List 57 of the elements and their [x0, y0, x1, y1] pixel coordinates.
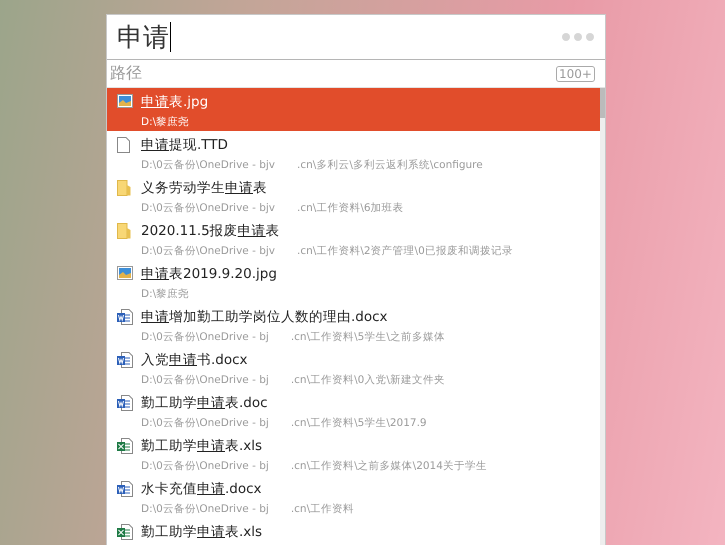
- file-name: 申请增加勤工助学岗位人数的理由.docx: [141, 308, 389, 326]
- file-name: 2020.11.5报废申请表: [141, 222, 281, 240]
- file-path: .cn\多利云\多利云返利系统\configure: [297, 158, 483, 172]
- word-document-icon: [117, 309, 133, 325]
- result-item[interactable]: 申请表2019.9.20.jpg D:\黎庶尧: [107, 260, 600, 303]
- result-item[interactable]: 申请表.jpg D:\黎庶尧: [107, 88, 600, 131]
- file-path: D:\0云备份\OneDrive - bj: [141, 373, 269, 387]
- result-item[interactable]: 水卡充值申请.docx D:\0云备份\OneDrive - bj .cn\工作资料: [107, 475, 600, 518]
- result-item[interactable]: 2020.11.5报废申请表 D:\0云备份\OneDrive - bjv .cn\工作资料\2资产管理\0已报废和调拨记录: [107, 217, 600, 260]
- more-icon[interactable]: [561, 32, 595, 42]
- file-path: D:\0云备份\OneDrive - bj: [141, 330, 269, 344]
- file-path: .cn\工作资料: [290, 502, 354, 516]
- file-path: D:\0云备份\OneDrive - bj: [141, 459, 269, 473]
- result-item[interactable]: 申请提现.TTD D:\0云备份\OneDrive - bjv .cn\多利云\多利云返利系统\configure: [107, 131, 600, 174]
- word-document-icon: [117, 352, 133, 368]
- file-name: 入党申请书.docx: [141, 351, 249, 369]
- file-name: 申请表2019.9.20.jpg: [141, 265, 277, 283]
- file-path: .cn\工作资料\之前多媒体\2014关于学生: [290, 459, 487, 473]
- file-name: 水卡充值申请.docx: [141, 480, 263, 498]
- filter-label: 路径: [110, 63, 142, 84]
- word-document-icon: [117, 395, 133, 411]
- file-path: D:\黎庶尧: [141, 115, 190, 129]
- file-icon: [117, 137, 130, 153]
- file-path: .cn\工作资料\0入党\新建文件夹: [290, 373, 445, 387]
- folder-icon: [117, 223, 131, 239]
- file-path: D:\0云备份\OneDrive - bjv: [141, 201, 276, 215]
- search-field[interactable]: 申请: [117, 20, 171, 54]
- file-path: D:\0云备份\OneDrive - bjv: [141, 244, 276, 258]
- result-count: 100+: [556, 66, 595, 82]
- file-path: .cn\工作资料\2资产管理\0已报废和调拨记录: [297, 244, 513, 258]
- file-name: 义务劳动学生申请表: [141, 179, 268, 197]
- file-name: 勤工助学申请表.xls: [141, 437, 264, 455]
- spreadsheet-icon: [117, 524, 133, 540]
- result-item[interactable]: 义务劳动学生申请表 D:\0云备份\OneDrive - bjv .cn\工作资料\6加班表: [107, 174, 600, 217]
- file-name: 申请提现.TTD: [141, 136, 229, 154]
- file-name: 勤工助学申请表.xls: [141, 523, 262, 541]
- result-item[interactable]: 勤工助学申请表.xls D:\0云备份\OneDrive - bj .cn\工作资料\之前多媒体\2014关于学生: [107, 432, 600, 475]
- file-path: .cn\工作资料\5学生\之前多媒体: [290, 330, 445, 344]
- spreadsheet-icon: [117, 438, 133, 454]
- scrollbar-thumb[interactable]: [600, 88, 605, 118]
- folder-icon: [117, 180, 131, 196]
- file-path: D:\0云备份\OneDrive - bjv: [141, 158, 276, 172]
- result-item[interactable]: 勤工助学申请表.xls: [107, 518, 600, 545]
- result-item[interactable]: 勤工助学申请表.doc D:\0云备份\OneDrive - bj .cn\工作资料\5学生\2017.9: [107, 389, 600, 432]
- file-path: D:\0云备份\OneDrive - bj: [141, 416, 269, 430]
- file-path: .cn\工作资料\6加班表: [297, 201, 404, 215]
- result-item[interactable]: 入党申请书.docx D:\0云备份\OneDrive - bj .cn\工作资料\0入党\新建文件夹: [107, 346, 600, 389]
- file-name: 勤工助学申请表.doc: [141, 394, 269, 412]
- file-name: 申请表.jpg: [141, 93, 208, 111]
- scrollbar[interactable]: [600, 88, 605, 545]
- file-path: D:\0云备份\OneDrive - bj: [141, 502, 269, 516]
- image-file-icon: [117, 94, 133, 108]
- file-path: D:\黎庶尧: [141, 287, 190, 301]
- result-item[interactable]: 申请增加勤工助学岗位人数的理由.docx D:\0云备份\OneDrive - bj .cn\工作资料\5学生\之前多媒体: [107, 303, 600, 346]
- word-document-icon: [117, 481, 133, 497]
- file-path: .cn\工作资料\5学生\2017.9: [290, 416, 427, 430]
- image-file-icon: [117, 266, 133, 280]
